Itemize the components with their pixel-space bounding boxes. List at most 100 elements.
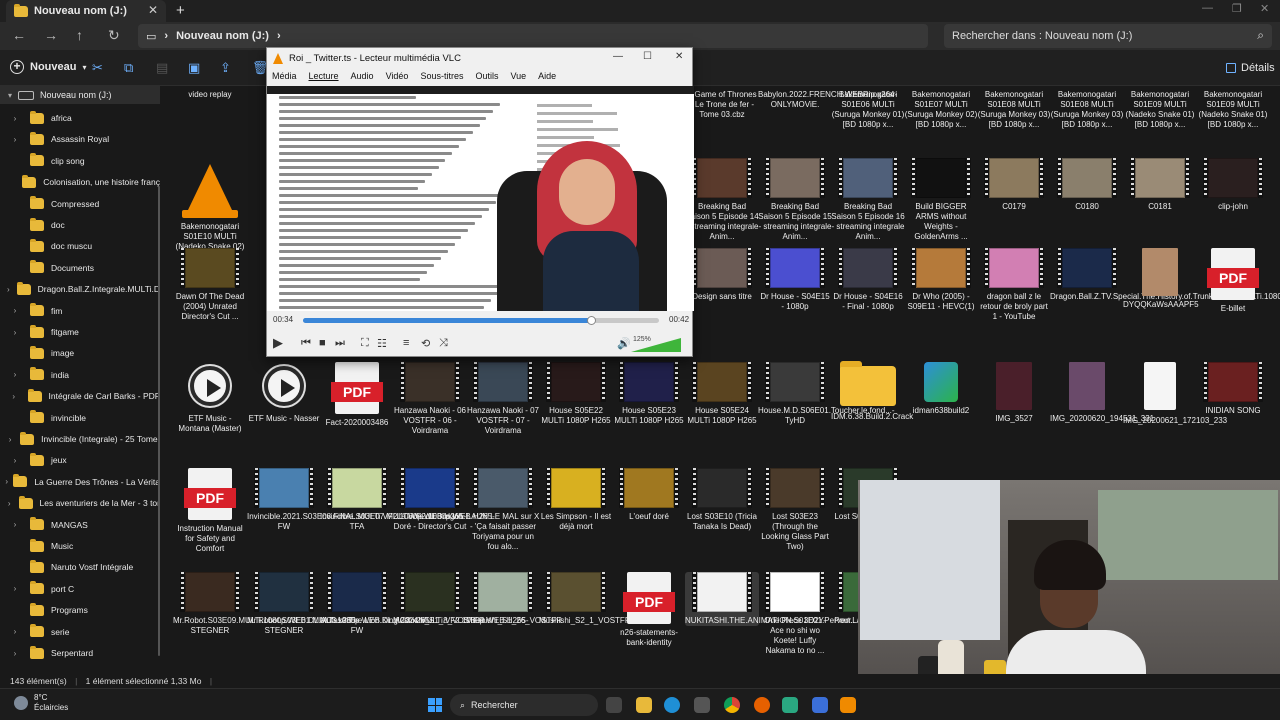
sidebar-item[interactable]: › fitgame [0,322,160,342]
vlc-menu-item[interactable]: Audio [351,71,374,81]
file-item[interactable]: House S05E24 MULTi 1080P H265 [685,362,759,426]
sidebar-item[interactable]: › Intégrale de Carl Barks - PDF [0,386,160,406]
file-item[interactable]: Mr.Robot.S03E01.MULTi.1080p.WEB.DL.AC3.x… [247,572,432,636]
file-item[interactable]: IDM.6.38.Build.2.Crack [831,361,913,422]
file-item[interactable]: Dr House - S04E16 - Final - 1080p [831,248,905,312]
file-item[interactable]: Dawn Of The Dead (2004) Unrated Director… [173,248,247,322]
new-button[interactable]: + Nouveau ▾ [10,60,86,74]
sidebar-item[interactable]: › india [0,365,160,385]
chevron-right-icon[interactable]: › [0,584,30,593]
chevron-right-icon[interactable]: › [0,649,30,658]
chevron-right-icon[interactable]: › [0,499,19,508]
sidebar-item[interactable]: Colonisation, une histoire franç [0,172,160,192]
minimize-icon[interactable]: — [1202,2,1213,14]
file-item[interactable]: Breaking Bad Saison 5 Episode 16 - strea… [831,158,905,242]
file-item[interactable]: INIDIAN SONG [1196,362,1270,416]
play-icon[interactable]: ▶ [273,335,283,351]
sidebar-item[interactable]: image [0,343,160,363]
sidebar-item[interactable]: › Assassin Royal [0,129,160,149]
breadcrumb[interactable]: ▭ › Nouveau nom (J:) › [138,24,928,48]
file-item[interactable]: C0180 [1050,158,1124,212]
maximize-icon[interactable]: ❐ [1232,2,1242,15]
file-item[interactable]: Mushishi_S1_26_VOSTFR [466,572,562,626]
stop-icon[interactable]: ■ [319,337,326,349]
vlc-window[interactable]: Roi _ Twitter.ts - Lecteur multimédia VL… [266,47,694,357]
file-item[interactable]: C0181 [1123,158,1197,212]
file-item[interactable]: DYQQKaWsAAAPF5 [1123,248,1199,310]
playlist-icon[interactable]: ≡ [403,337,409,349]
vlc-video-area[interactable] [267,86,694,311]
next-icon[interactable]: ⏭ [335,337,345,350]
tab-explorer[interactable]: Nouveau nom (J:) ✕ [6,0,166,22]
firefox-icon[interactable] [754,697,770,713]
volume-slider[interactable]: 125% [631,336,681,352]
file-item[interactable]: House.M.D.S06E01.Toucher.le.fond...-TyHD [758,362,895,426]
sidebar-item[interactable]: › MANGAS [0,515,160,535]
file-item[interactable]: IMG_20200620_194531_331 [1050,362,1154,424]
vlc-close-icon[interactable]: ✕ [675,51,683,62]
vlc-menu-item[interactable]: Sous-titres [420,71,463,81]
extended-settings-icon[interactable]: ☷ [377,337,387,350]
file-item[interactable]: IMG_20200621_172103_233 [1123,362,1227,426]
vlc-minimize-icon[interactable]: — [613,51,623,62]
chevron-right-icon[interactable]: › [0,306,30,315]
file-item[interactable]: Mr.Robot.S03E09.MULTi.1080p.WEB.DL.AC3.x… [173,572,358,636]
file-item[interactable]: Mushishi_S2_1_VOSTFR [539,572,631,626]
file-item[interactable]: dragon ball z le retour de broly part 1 … [977,248,1051,322]
sidebar-item[interactable]: › Les aventuriers de la Mer - 3 tor [0,493,160,513]
vlc-menu-item[interactable]: Média [272,71,297,81]
sidebar-item[interactable]: Programs [0,600,160,620]
previous-icon[interactable]: ⏮ [301,337,311,350]
cut-icon[interactable]: ✂ [92,60,103,76]
chevron-right-icon[interactable]: › [0,370,30,379]
file-item[interactable]: Invincible.S03E07.MULTi.VF2.1080p.WEB.H2… [320,468,495,532]
file-item[interactable]: Hanzawa Naoki - 07 VOSTFR - 07 - Voirdra… [466,362,540,436]
file-item[interactable]: Mufasa.The.Lion.King.2024.MULTi.VF2.1080… [320,572,529,636]
app-icon[interactable] [812,697,828,713]
share-icon[interactable]: ⇪ [220,60,231,76]
file-item[interactable]: Build BIGGER ARMS without Weights - Gold… [904,158,978,242]
vlc-titlebar[interactable]: Roi _ Twitter.ts - Lecteur multimédia VL… [267,48,692,68]
file-item[interactable]: Bakemonogatari S01E09 MULTi (Nadeko Snak… [1196,90,1270,130]
file-item[interactable]: House S05E23 MULTi 1080P H265 [612,362,686,426]
file-item[interactable]: LAUN LE MAL sur X - 'Ça faisait passer T… [466,468,540,552]
fullscreen-icon[interactable]: ⛶ [361,337,369,350]
file-item[interactable]: L'oeuf doré [612,468,686,522]
back-icon[interactable]: ← [12,27,26,43]
file-item[interactable]: Dragon.Ball.Z.TV.Special.The.History.of.… [1050,248,1280,302]
file-item[interactable]: PDF Instruction Manual for Safety and Com… [173,468,247,554]
file-item[interactable]: Bakemonogatari S01E10 MULTi (Nadeko Snak… [173,158,247,262]
details-button[interactable]: Détails [1226,62,1275,74]
sidebar-item[interactable]: Documents [0,258,160,278]
forward-icon[interactable]: → [44,27,58,43]
sidebar-item[interactable]: clip song [0,151,160,171]
file-item[interactable]: Babylon.2022.FRENCH.WEBRip.x264-ONLYMOVi… [758,90,897,110]
vlc-menu-item[interactable]: Vue [510,71,526,81]
chevron-right-icon[interactable]: › [0,135,30,144]
windows-start-icon[interactable] [428,698,442,712]
rename-icon[interactable]: ▣ [188,60,200,76]
file-item[interactable]: Bakemonogatari S01E08 MULTi (Suruga Monk… [977,90,1051,130]
file-item[interactable]: Bakemonogatari S01E07 MULTi (Suruga Monk… [904,90,978,130]
chevron-right-icon[interactable]: › [0,328,30,337]
sidebar-item[interactable]: › Serpentard [0,643,160,663]
sidebar-item[interactable]: Naruto Vostf Intégrale [0,557,160,577]
sidebar-item[interactable]: › port C [0,579,160,599]
sidebar-item[interactable]: doc [0,215,160,235]
file-item[interactable]: Bakemonogatari S01E08 MULTi (Suruga Monk… [1050,90,1124,130]
file-item[interactable]: A Game of Thrones - Le Trone de fer - To… [685,90,759,120]
chevron-right-icon[interactable]: › [0,114,30,123]
speaker-icon[interactable]: 🔊 [617,337,631,350]
sidebar-item[interactable]: › La Guerre Des Trônes - La Vérita [0,472,160,492]
sidebar-item[interactable]: › fim [0,301,160,321]
search-input[interactable]: Rechercher dans : Nouveau nom (J:) ⌕ [944,24,1272,48]
up-icon[interactable]: ↑ [76,27,83,43]
close-tab-icon[interactable]: ✕ [148,3,158,17]
whatsapp-icon[interactable] [782,697,798,713]
sidebar-item[interactable]: › serie [0,622,160,642]
file-item[interactable]: Dr House - S04E15 - 1080p [758,248,832,312]
file-item[interactable]: Lost S03E10 (Tricia Tanaka Is Dead) [685,468,759,532]
file-item[interactable]: Invincible.2021.S03E08.FiNAL.MULTi.VF2.1… [247,468,466,532]
copy-icon[interactable]: ⧉ [124,60,133,76]
edge-icon[interactable] [664,697,680,713]
